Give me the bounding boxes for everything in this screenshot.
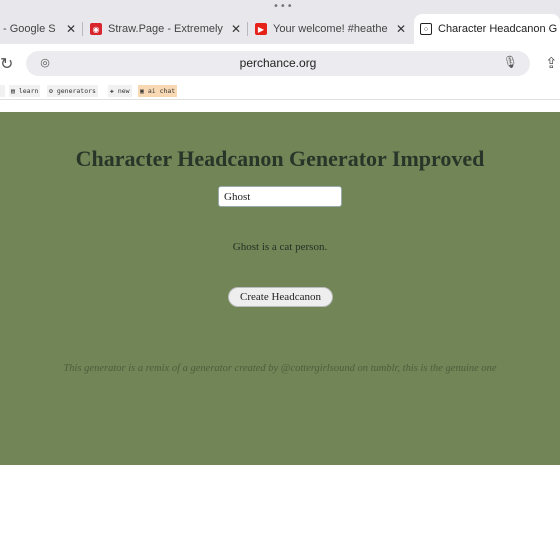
bookmark-label: new <box>117 87 130 95</box>
bookmark-generators[interactable]: ⚙ generators <box>47 85 98 97</box>
url-text[interactable]: perchance.org <box>26 56 530 70</box>
microphone-icon[interactable]: 🎙 <box>503 55 518 69</box>
tab-separator <box>82 22 83 36</box>
bookmark-label: ai chat <box>147 87 176 95</box>
tab-google[interactable]: - Google S ✕ <box>0 14 82 44</box>
dice-icon: ⁘ <box>420 23 432 35</box>
tab-separator <box>247 22 248 36</box>
bookmark-ai-chat[interactable]: ▣ ai chat <box>138 85 178 97</box>
close-icon[interactable]: ✕ <box>66 22 76 36</box>
bookmark-new[interactable]: ✚ new <box>108 85 132 97</box>
tab-title: Your welcome! #heathe <box>273 23 388 35</box>
tab-title: Character Headcanon G <box>438 23 558 35</box>
address-bar[interactable]: ◎ perchance.org 🎙 <box>26 51 530 76</box>
window-top-strip: ••• <box>0 0 560 14</box>
bookmark-learn[interactable]: ▤ learn <box>9 85 41 97</box>
bookmarks-bar: ▤ learn ⚙ generators ✚ new ▣ ai chat <box>0 82 560 100</box>
tab-title: Straw.Page - Extremely <box>108 23 223 35</box>
youtube-icon: ▶ <box>255 23 267 35</box>
tab-character-headcanon[interactable]: ⁘ Character Headcanon G <box>414 14 560 44</box>
navigation-row: ↻ ◎ perchance.org 🎙 ⇪ <box>0 44 560 82</box>
create-headcanon-button[interactable]: Create Headcanon <box>228 287 333 307</box>
close-icon[interactable]: ✕ <box>231 22 241 36</box>
bookmark-partial[interactable] <box>0 85 5 97</box>
reload-icon[interactable]: ↻ <box>0 54 13 73</box>
character-name-input[interactable] <box>218 186 342 207</box>
strawpage-icon: ◉ <box>90 23 102 35</box>
tab-bar: - Google S ✕ ◉ Straw.Page - Extremely ✕ … <box>0 14 560 44</box>
tab-strawpage[interactable]: ◉ Straw.Page - Extremely ✕ <box>84 14 247 44</box>
tab-title: - Google S <box>3 23 56 35</box>
headcanon-result: Ghost is a cat person. <box>232 241 328 253</box>
generator-page: Character Headcanon Generator Improved G… <box>0 112 560 465</box>
close-icon[interactable]: ✕ <box>396 22 406 36</box>
page-title: Character Headcanon Generator Improved <box>75 146 485 171</box>
bookmark-label: learn <box>18 87 39 95</box>
credit-text: This generator is a remix of a generator… <box>63 363 497 374</box>
bookmark-label: generators <box>56 87 96 95</box>
share-icon[interactable]: ⇪ <box>545 54 558 72</box>
tab-youtube[interactable]: ▶ Your welcome! #heathe ✕ <box>249 14 412 44</box>
more-dots-icon[interactable]: ••• <box>273 2 294 12</box>
